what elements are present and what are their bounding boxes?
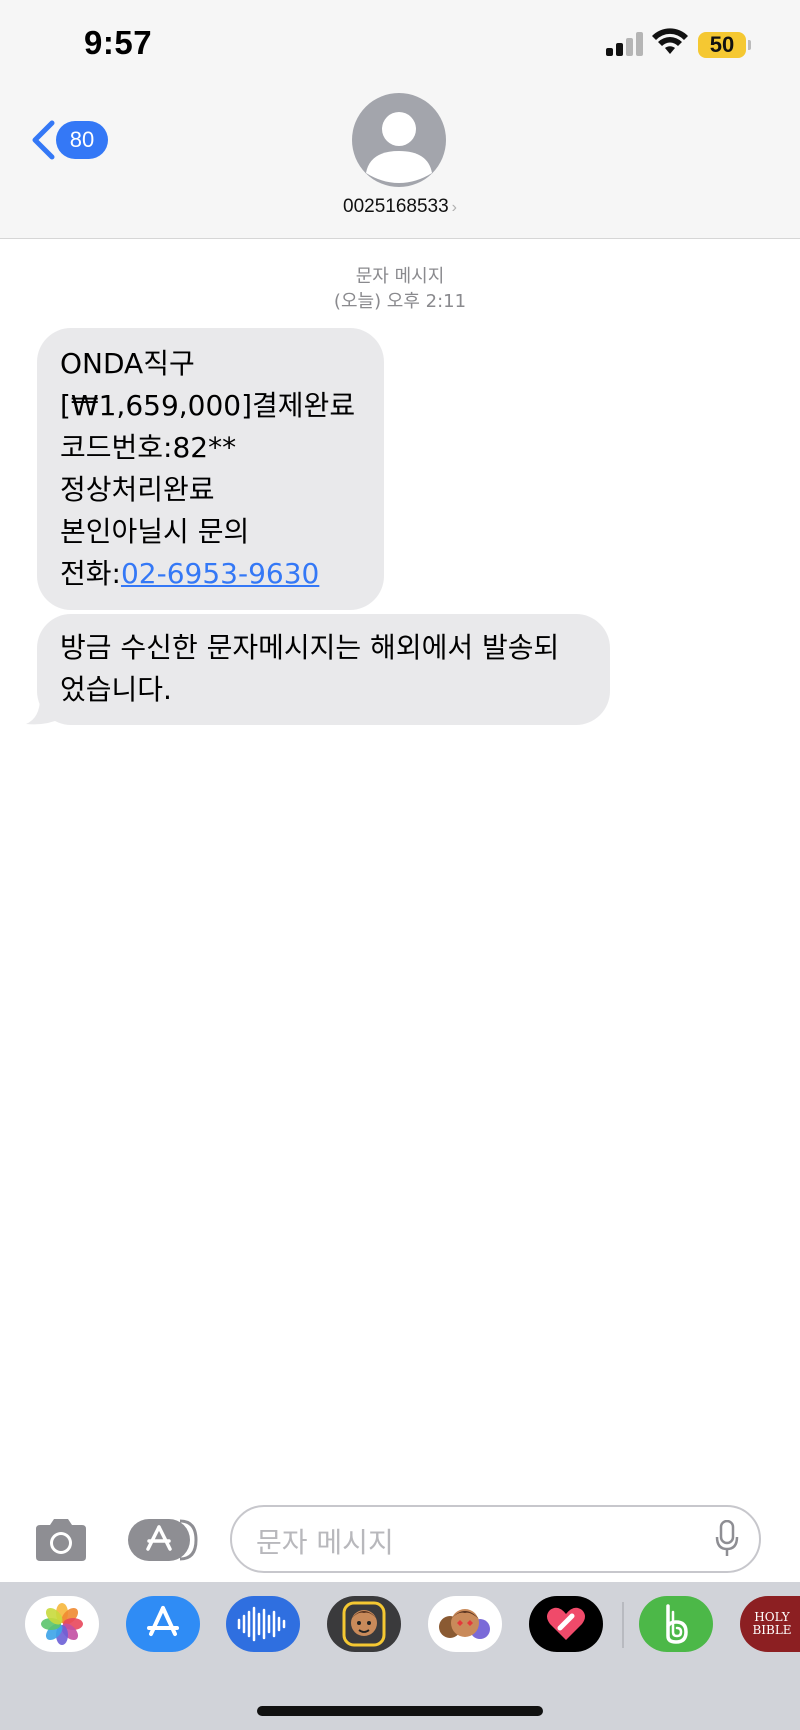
memoji-stickers-icon[interactable] — [428, 1596, 502, 1652]
cellular-signal-icon — [606, 32, 644, 56]
wifi-icon — [652, 28, 688, 54]
battery-indicator: 50 — [698, 32, 746, 58]
back-chevron-icon[interactable] — [30, 120, 56, 160]
incoming-message-bubble[interactable]: ONDA직구 [₩1,659,000]결제완료 코드번호:82** 정상처리완료… — [37, 328, 384, 610]
b-app-icon[interactable] — [639, 1596, 713, 1652]
photos-icon[interactable] — [25, 1596, 99, 1652]
person-silhouette-icon — [366, 112, 432, 183]
app-store-button-icon[interactable] — [128, 1517, 200, 1563]
message-line: [₩1,659,000]결제완료 — [60, 389, 356, 422]
message-timestamp: (오늘) 오후 2:11 — [333, 291, 467, 312]
message-line: 코드번호:82** — [60, 431, 237, 464]
contact-avatar[interactable] — [352, 93, 446, 187]
compose-placeholder: 문자 메시지 — [256, 1526, 394, 1559]
message-service-label: 문자 메시지 — [355, 266, 445, 287]
message-line: 었습니다. — [60, 673, 172, 706]
phone-prefix: 전화: — [60, 557, 121, 590]
holy-bible-icon[interactable]: HOLY BIBLE — [740, 1596, 800, 1652]
battery-cap — [748, 40, 751, 50]
contact-chevron-icon: › — [451, 199, 457, 216]
message-line: ONDA직구 — [60, 347, 195, 380]
incoming-message-bubble[interactable]: 방금 수신한 문자메시지는 해외에서 발송되 었습니다. — [37, 614, 610, 725]
drawer-divider — [622, 1602, 624, 1648]
memoji-icon[interactable] — [327, 1596, 401, 1652]
app-store-icon[interactable] — [126, 1596, 200, 1652]
camera-icon[interactable] — [32, 1517, 90, 1563]
bible-label-line: BIBLE — [752, 1623, 792, 1637]
digital-touch-icon[interactable] — [529, 1596, 603, 1652]
microphone-icon[interactable] — [715, 1520, 739, 1558]
home-indicator[interactable] — [257, 1706, 543, 1716]
navigation-header: 9:57 50 80 0025168533 › — [0, 0, 800, 239]
contact-number[interactable]: 0025168533 — [343, 196, 449, 217]
unread-count-badge[interactable]: 80 — [56, 121, 108, 159]
message-line-phone: 전화:02-6953-9630 — [60, 553, 364, 595]
audio-messages-icon[interactable] — [226, 1596, 300, 1652]
message-line: 정상처리완료 — [60, 473, 215, 506]
message-line: 본인아닐시 문의 — [60, 515, 250, 548]
message-line: 방금 수신한 문자메시지는 해외에서 발송되 — [60, 631, 560, 664]
status-time: 9:57 — [84, 24, 153, 61]
contact-name[interactable]: 0025168533 › — [300, 196, 500, 218]
message-compose-field[interactable]: 문자 메시지 — [230, 1505, 761, 1573]
phone-number-link[interactable]: 02-6953-9630 — [121, 557, 319, 590]
